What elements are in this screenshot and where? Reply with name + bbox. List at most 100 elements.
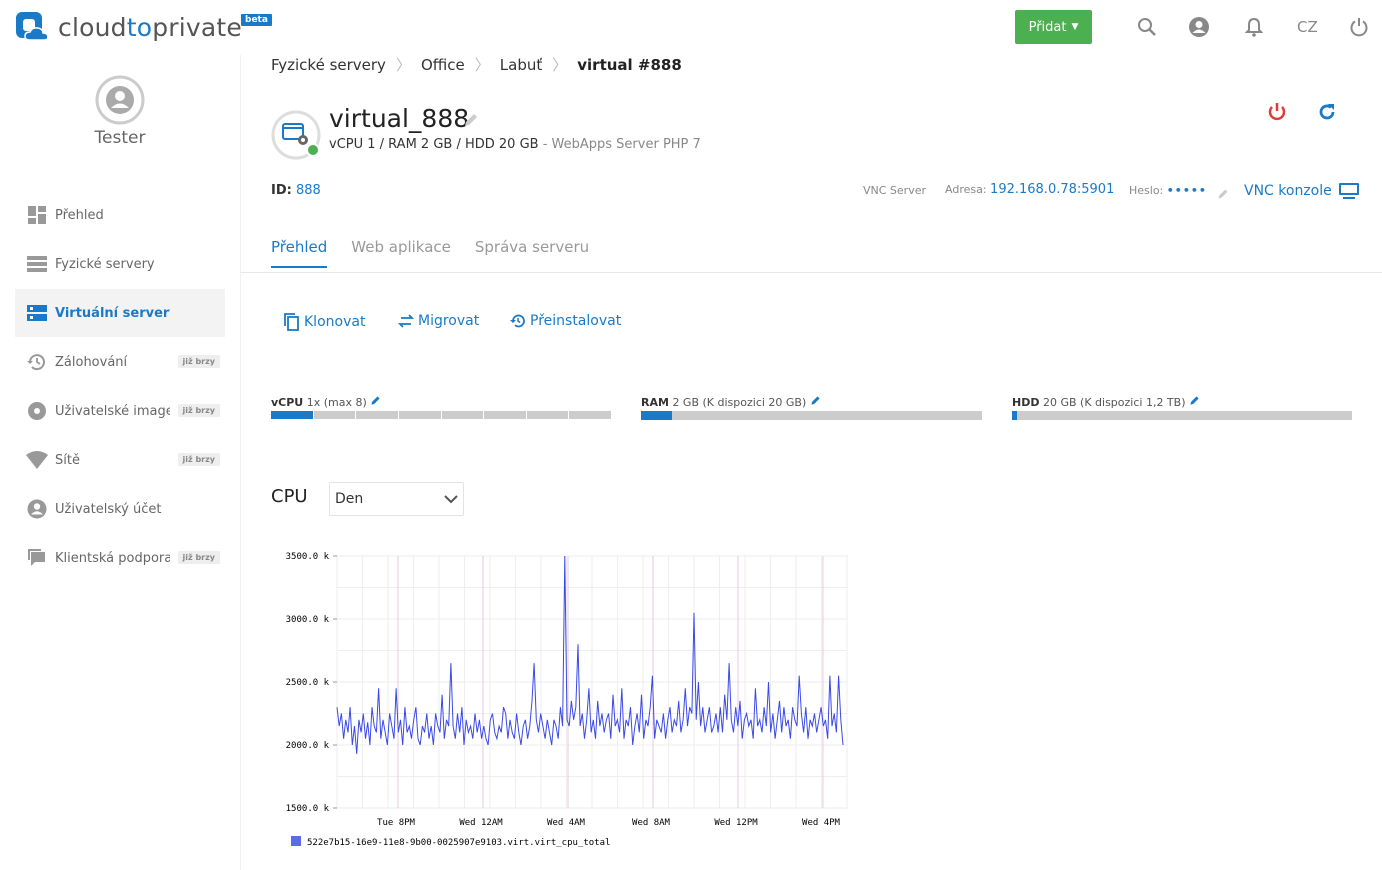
chart-y-tick-label: 2500.0 k: [286, 678, 330, 688]
chevron-right-icon: 〉: [474, 56, 490, 74]
tab-prehled[interactable]: Přehled: [271, 238, 328, 268]
clone-label: Klonovat: [304, 314, 366, 330]
sidebar-item-label: Virtuální servery: [55, 305, 170, 321]
search-icon[interactable]: [1134, 14, 1160, 40]
sidebar-item-label: Uživatelský účet: [55, 501, 162, 517]
user-avatar[interactable]: [95, 75, 145, 125]
sidebar-item-label: Fyzické servery: [55, 256, 155, 272]
sidebar-item-virtualni-servery[interactable]: Virtuální servery: [15, 289, 225, 337]
backup-icon: [25, 350, 49, 374]
logo-text: cloudtoprivate: [58, 12, 242, 42]
chart-y-tick-label: 2000.0 k: [286, 741, 330, 751]
vcpu-segment: [356, 411, 398, 419]
chart-y-tick-label: 3000.0 k: [286, 615, 330, 625]
tab-sprava-serveru[interactable]: Správa serveru: [475, 238, 589, 268]
chart-legend-swatch: [291, 836, 301, 846]
ram-resource-label: RAM 2 GB (K dispozici 20 GB): [641, 395, 821, 409]
vnc-password: Heslo: •••••: [1129, 184, 1207, 197]
cpu-chart-title: CPU: [271, 486, 308, 507]
monitor-icon: [1338, 183, 1359, 199]
migrate-button[interactable]: Migrovat: [398, 313, 479, 329]
sidebar-item-label: Klientská podpora: [55, 550, 170, 566]
server-id: ID: 888: [271, 183, 321, 198]
vnc-address: Adresa: 192.168.0.78:5901: [945, 182, 1115, 197]
hdd-resource-label: HDD 20 GB (K dispozici 1,2 TB): [1012, 395, 1200, 409]
sidebar-item-uzivatelsky-ucet[interactable]: Uživatelský účet: [15, 485, 225, 533]
chevron-down-icon: [444, 495, 458, 504]
coming-soon-badge: již brzy: [177, 404, 220, 417]
logout-power-icon[interactable]: [1346, 14, 1372, 40]
cloud-logo-icon: [16, 12, 50, 42]
swap-arrows-icon: [398, 314, 414, 328]
sidebar-item-label: Zálohování: [55, 354, 128, 370]
vcpu-segment: [526, 411, 569, 419]
chart-x-tick-label: Wed 12PM: [714, 818, 758, 828]
sidebar-item-uzivatelske-image[interactable]: Uživatelské image již brzy: [15, 387, 225, 435]
breadcrumb: Fyzické servery 〉 Office 〉 Labuť 〉 virtu…: [271, 54, 682, 75]
dashboard-icon: [25, 203, 49, 227]
virtual-server-icon: [25, 301, 49, 325]
sidebar-item-label: Sítě: [55, 452, 80, 468]
edit-pencil-icon[interactable]: [1189, 395, 1200, 406]
clone-button[interactable]: Klonovat: [284, 313, 365, 331]
language-switch[interactable]: CZ: [1297, 18, 1318, 36]
user-profile-icon[interactable]: [1186, 14, 1212, 40]
restart-button[interactable]: [1315, 100, 1339, 128]
server-spec: vCPU 1 / RAM 2 GB / HDD 20 GB - WebApps …: [329, 137, 701, 152]
history-icon: [510, 314, 525, 328]
account-icon: [25, 497, 49, 521]
bell-icon[interactable]: [1241, 14, 1267, 40]
tabs-divider: [241, 272, 1382, 273]
period-select-value: Den: [335, 491, 364, 507]
coming-soon-badge: již brzy: [177, 355, 220, 368]
reinstall-button[interactable]: Přeinstalovat: [510, 313, 621, 329]
tab-web-aplikace[interactable]: Web aplikace: [351, 238, 451, 268]
edit-pencil-icon[interactable]: [463, 112, 479, 132]
beta-badge: beta: [241, 14, 272, 26]
period-select[interactable]: Den: [329, 482, 464, 516]
server-list-icon: [25, 252, 49, 276]
edit-pencil-icon[interactable]: [810, 395, 821, 406]
chart-x-tick-label: Wed 8AM: [632, 818, 671, 828]
breadcrumb-item[interactable]: Office: [421, 56, 465, 74]
add-button-label: Přidat: [1028, 19, 1067, 35]
sidebar-divider: [240, 55, 241, 870]
chart-x-tick-label: Tue 8PM: [377, 818, 416, 828]
edit-pencil-icon[interactable]: [1217, 185, 1229, 204]
coming-soon-badge: již brzy: [177, 551, 220, 564]
breadcrumb-item[interactable]: Labuť: [500, 56, 542, 74]
username: Tester: [94, 128, 146, 148]
chevron-right-icon: 〉: [395, 56, 411, 74]
sidebar-item-prehled[interactable]: Přehled: [15, 191, 225, 239]
app-logo[interactable]: cloudtoprivate: [16, 12, 242, 42]
server-tabs: Přehled Web aplikace Správa serveru: [271, 238, 613, 268]
ram-usage-fill: [641, 411, 672, 420]
vcpu-segment: [484, 411, 526, 419]
sidebar-item-klientska-podpora[interactable]: Klientská podpora již brzy: [15, 534, 225, 582]
add-button[interactable]: Přidat ▼: [1015, 10, 1092, 44]
chart-x-tick-label: Wed 12AM: [459, 818, 503, 828]
vcpu-segment: [313, 411, 356, 419]
sidebar-item-label: Uživatelské image: [55, 403, 170, 419]
vnc-server-label: VNC Server: [863, 184, 927, 197]
breadcrumb-current: virtual #888: [577, 55, 682, 74]
caret-down-icon: ▼: [1071, 22, 1079, 32]
vcpu-segment: [398, 411, 441, 419]
sidebar-item-zalohovani[interactable]: Zálohování již brzy: [15, 338, 225, 386]
edit-pencil-icon[interactable]: [370, 395, 381, 406]
power-off-button[interactable]: [1265, 100, 1289, 128]
reinstall-label: Přeinstalovat: [530, 313, 622, 329]
sidebar-item-site[interactable]: Sítě již brzy: [15, 436, 225, 484]
sidebar-item-fyzicke-servery[interactable]: Fyzické servery: [15, 240, 225, 288]
ram-usage-bar: [641, 411, 982, 420]
disc-icon: [25, 399, 49, 423]
wifi-icon: [25, 448, 49, 472]
chat-icon: [25, 546, 49, 570]
vnc-console-link[interactable]: VNC konzole: [1244, 182, 1360, 200]
cpu-chart: 3500.0 k 3000.0 k 2500.0 k 2000.0 k 1500.0 k…: [286, 552, 848, 848]
breadcrumb-item[interactable]: Fyzické servery: [271, 56, 386, 74]
server-title: virtual_888: [329, 104, 470, 133]
coming-soon-badge: již brzy: [177, 453, 220, 466]
chart-y-tick-label: 1500.0 k: [286, 804, 330, 814]
chart-legend-label: 522e7b15-16e9-11e8-9b00-0025907e9103.vir…: [307, 838, 610, 848]
